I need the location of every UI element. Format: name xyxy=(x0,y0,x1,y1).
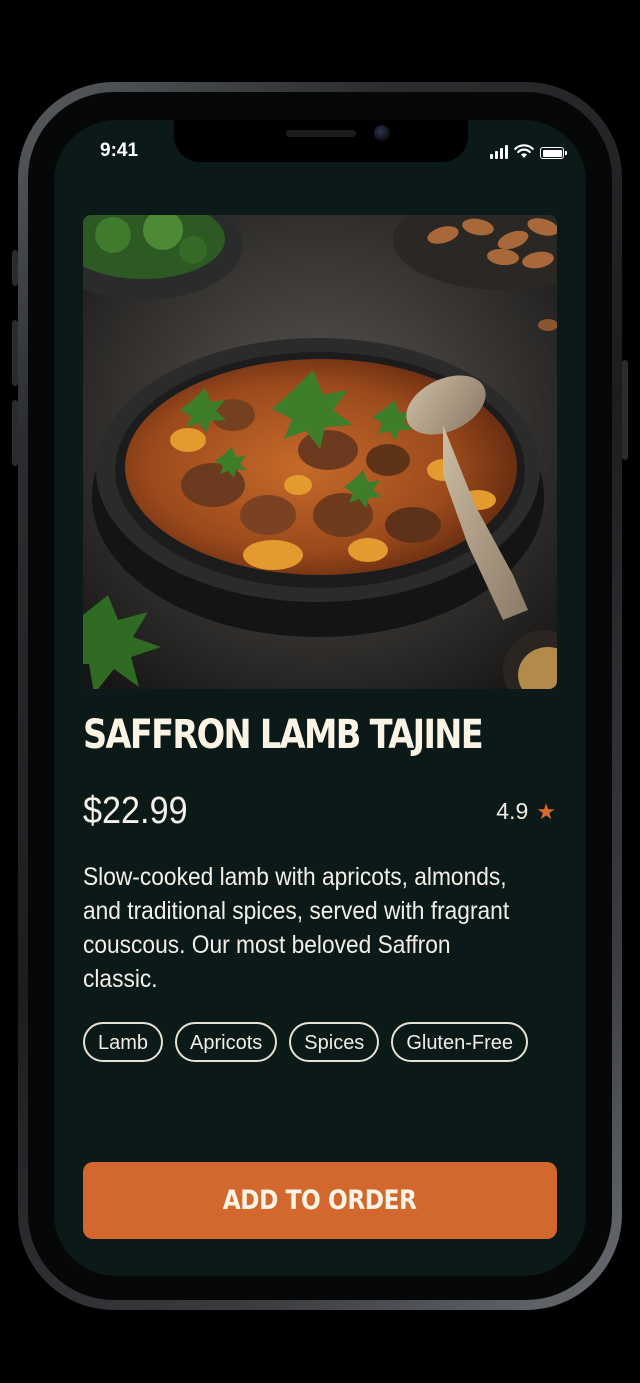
tag-chip[interactable]: Apricots xyxy=(175,1022,278,1062)
notch xyxy=(174,120,468,162)
volume-up-button xyxy=(12,320,18,386)
signal-icon xyxy=(490,145,508,159)
status-time: 9:41 xyxy=(100,140,139,161)
tag-list: Lamb Apricots Spices Gluten-Free xyxy=(83,1022,529,1062)
tag-chip[interactable]: Lamb xyxy=(83,1022,164,1062)
battery-icon xyxy=(540,147,567,159)
status-icons xyxy=(490,144,567,159)
tag-chip[interactable]: Spices xyxy=(289,1022,380,1062)
wifi-icon xyxy=(514,144,534,158)
front-camera xyxy=(374,125,390,141)
tag-chip[interactable]: Gluten-Free xyxy=(391,1022,529,1062)
add-to-order-button[interactable]: ADD TO ORDER xyxy=(83,1162,557,1239)
rating-value: 4.9 xyxy=(496,798,529,824)
earpiece-speaker xyxy=(286,130,356,137)
star-icon: ★ xyxy=(536,798,556,824)
volume-down-button xyxy=(12,400,18,466)
silent-switch xyxy=(12,250,18,286)
add-to-order-label: ADD TO ORDER xyxy=(223,1185,417,1216)
dish-price: $22.99 xyxy=(83,790,188,832)
app-screen: 9:41 SAFFRON LAMB TAJINE $22.99 4.9 ★ Sl… xyxy=(54,120,586,1276)
dish-photo xyxy=(83,215,557,689)
rating: 4.9 ★ xyxy=(496,798,556,825)
power-button xyxy=(622,360,628,460)
tajine-illustration xyxy=(83,215,557,689)
dish-title: SAFFRON LAMB TAJINE xyxy=(83,712,484,758)
dish-description: Slow-cooked lamb with apricots, almonds,… xyxy=(83,863,510,993)
